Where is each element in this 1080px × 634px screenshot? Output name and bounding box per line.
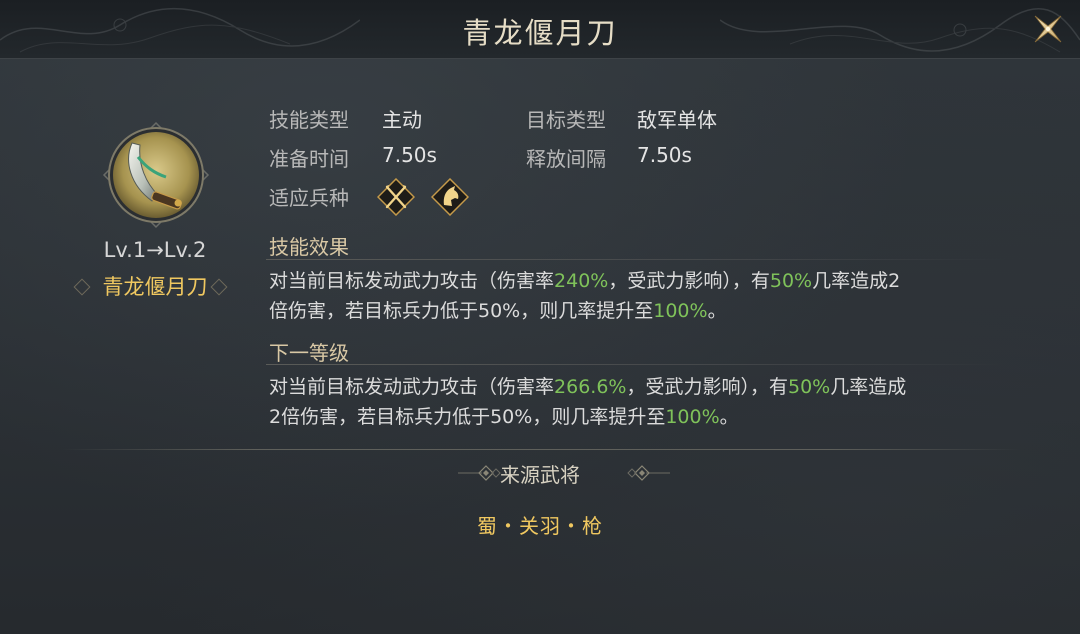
description-text: 2倍伤害，若目标兵力低于50%，则几率提升至 bbox=[269, 406, 666, 428]
prep-time-label: 准备时间 bbox=[269, 147, 349, 171]
horse-head-icon[interactable] bbox=[431, 178, 469, 216]
target-type-value: 敌军单体 bbox=[637, 108, 717, 132]
target-type-label: 目标类型 bbox=[526, 108, 606, 132]
highlight-value: 50% bbox=[787, 376, 831, 398]
release-interval-value: 7.50s bbox=[637, 143, 692, 167]
description-text: ，受武力影响），有 bbox=[608, 270, 770, 292]
description-line: 对当前目标发动武力攻击（伤害率240%，受武力影响），有50%几率造成2 bbox=[269, 266, 1009, 296]
description-text: 几率造成2 bbox=[812, 270, 901, 292]
source-general-name[interactable]: 蜀・关羽・枪 bbox=[0, 510, 1080, 539]
skill-detail-page: 青龙偃月刀 Lv.1→Lv.2 青龙偃月刀 技能类型 主动 目标类型 敌军单体 … bbox=[0, 0, 1080, 634]
section-divider bbox=[266, 259, 1006, 260]
description-text: 对当前目标发动武力攻击（伤害率 bbox=[269, 376, 555, 398]
release-interval-label: 释放间隔 bbox=[526, 147, 606, 171]
source-general-title: 来源武将 bbox=[500, 463, 580, 487]
highlight-value: 100% bbox=[653, 300, 708, 322]
header-bar: 青龙偃月刀 bbox=[0, 0, 1080, 59]
next-level-title: 下一等级 bbox=[269, 341, 349, 365]
skill-effect-description: 对当前目标发动武力攻击（伤害率240%，受武力影响），有50%几率造成2 倍伤害… bbox=[269, 266, 1009, 326]
next-level-description: 对当前目标发动武力攻击（伤害率266.6%，受武力影响），有50%几率造成 2倍… bbox=[269, 372, 1009, 432]
description-text: 几率造成 bbox=[830, 376, 907, 398]
description-text: 。 bbox=[707, 300, 727, 322]
skill-icon-blade bbox=[102, 121, 210, 229]
crossed-spears-icon[interactable] bbox=[377, 178, 415, 216]
description-line: 倍伤害，若目标兵力低于50%，则几率提升至100%。 bbox=[269, 296, 1009, 326]
skill-type-label: 技能类型 bbox=[269, 108, 349, 132]
highlight-value: 50% bbox=[769, 270, 813, 292]
prep-time-value: 7.50s bbox=[382, 143, 437, 167]
highlight-value: 100% bbox=[665, 406, 720, 428]
section-divider bbox=[266, 364, 1006, 365]
description-line: 对当前目标发动武力攻击（伤害率266.6%，受武力影响），有50%几率造成 bbox=[269, 372, 1009, 402]
highlight-value: 266.6% bbox=[554, 376, 627, 398]
skill-effect-title: 技能效果 bbox=[269, 235, 349, 259]
troop-type-label: 适应兵种 bbox=[269, 186, 349, 210]
description-text: 。 bbox=[719, 406, 739, 428]
highlight-value: 240% bbox=[554, 270, 609, 292]
skill-type-value: 主动 bbox=[382, 108, 422, 132]
close-icon[interactable] bbox=[1030, 11, 1066, 47]
description-text: ，受武力影响），有 bbox=[626, 376, 788, 398]
skill-level-text: Lv.1→Lv.2 bbox=[103, 238, 207, 262]
description-line: 2倍伤害，若目标兵力低于50%，则几率提升至100%。 bbox=[269, 402, 1009, 432]
description-text: 倍伤害，若目标兵力低于50%，则几率提升至 bbox=[269, 300, 654, 322]
source-divider bbox=[62, 449, 1020, 450]
page-title: 青龙偃月刀 bbox=[462, 16, 618, 50]
description-text: 对当前目标发动武力攻击（伤害率 bbox=[269, 270, 555, 292]
